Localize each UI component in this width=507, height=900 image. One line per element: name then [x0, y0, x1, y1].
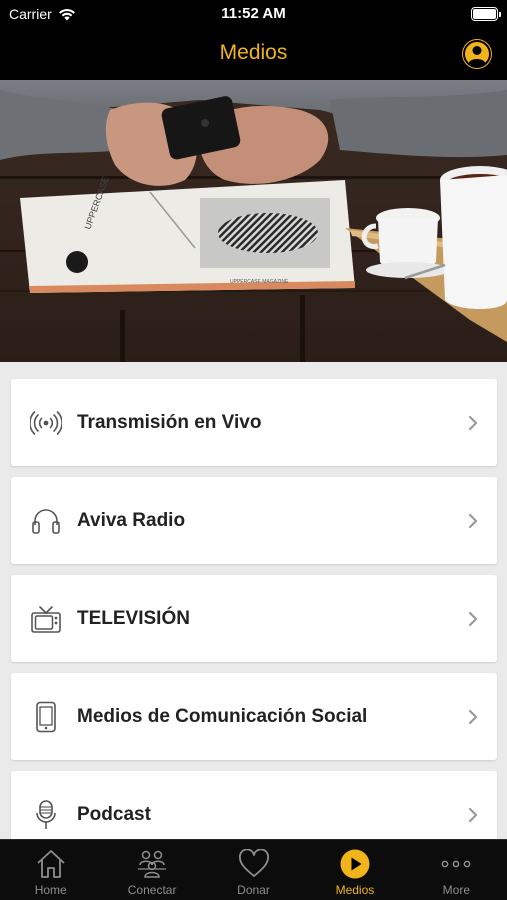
- menu-item-label: Aviva Radio: [77, 509, 186, 531]
- menu-item-label: Podcast: [77, 803, 151, 825]
- battery-fill: [473, 9, 496, 19]
- home-icon: [35, 848, 67, 880]
- tab-label: More: [442, 883, 470, 897]
- tab-label: Conectar: [127, 883, 177, 897]
- chevron-right-icon: [468, 611, 478, 626]
- chevron-right-icon: [468, 709, 478, 724]
- menu-item-live-stream[interactable]: Transmisión en Vivo: [11, 379, 497, 466]
- menu-item-podcast[interactable]: Podcast: [11, 771, 497, 839]
- tab-home[interactable]: Home: [0, 840, 101, 900]
- tab-media[interactable]: Medios: [304, 840, 405, 900]
- headphones-icon: [30, 505, 62, 537]
- play-icon: [339, 848, 371, 880]
- tv-icon: [30, 603, 62, 635]
- menu-item-label: TELEVISIÓN: [77, 607, 190, 629]
- media-menu-list: Transmisión en Vivo Aviva Radio TELEVISI…: [0, 362, 507, 839]
- microphone-icon: [30, 799, 62, 831]
- tab-label: Home: [34, 883, 67, 897]
- chevron-right-icon: [468, 807, 478, 822]
- battery-icon: [471, 7, 501, 21]
- menu-item-label: Medios de Comunicación Social: [77, 705, 368, 727]
- app-screen: Carrier 11:52 AM Medios UPPERCASE UPPERC…: [0, 0, 507, 900]
- menu-item-aviva-radio[interactable]: Aviva Radio: [11, 477, 497, 564]
- heart-icon: [238, 848, 270, 880]
- smartphone-icon: [30, 701, 62, 733]
- status-time: 11:52 AM: [221, 5, 286, 22]
- navigation-bar: Medios: [0, 30, 507, 80]
- menu-item-social-media[interactable]: Medios de Comunicación Social: [11, 673, 497, 760]
- tab-label: Donar: [237, 883, 270, 897]
- people-icon: [136, 848, 168, 880]
- menu-item-television[interactable]: TELEVISIÓN: [11, 575, 497, 662]
- tab-bar: Home Conectar Donar Medios More: [0, 839, 507, 900]
- chevron-right-icon: [468, 513, 478, 528]
- broadcast-icon: [30, 407, 62, 439]
- magazine-footer: UPPERCASE MAGAZINE: [230, 279, 289, 285]
- menu-item-label: Transmisión en Vivo: [77, 411, 262, 433]
- chevron-right-icon: [468, 415, 478, 430]
- page-title: Medios: [219, 41, 288, 64]
- profile-button[interactable]: [462, 39, 492, 69]
- tab-label: Medios: [335, 883, 375, 897]
- user-circle-icon: [463, 40, 491, 68]
- hero-photo: UPPERCASE UPPERCASE MAGAZINE: [0, 80, 507, 362]
- tab-connect[interactable]: Conectar: [101, 840, 202, 900]
- status-bar: Carrier 11:52 AM: [0, 0, 507, 30]
- hero-image: UPPERCASE UPPERCASE MAGAZINE: [0, 80, 507, 362]
- tab-more[interactable]: More: [406, 840, 507, 900]
- more-icon: [440, 848, 472, 880]
- tab-donate[interactable]: Donar: [203, 840, 304, 900]
